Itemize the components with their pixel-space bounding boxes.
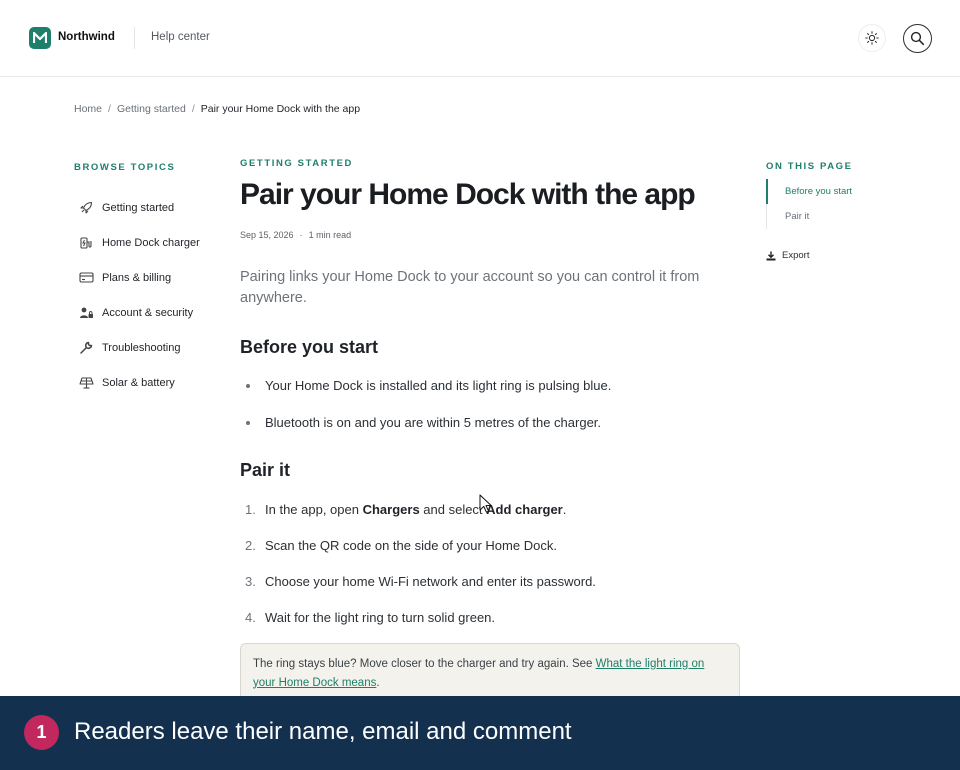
search-icon — [910, 31, 925, 46]
tip-callout: The ring stays blue? Move closer to the … — [240, 643, 740, 703]
article-lead: Pairing links your Home Dock to your acc… — [240, 269, 700, 306]
meta-separator: · — [299, 230, 303, 240]
step-number: 2. — [245, 538, 256, 553]
read-time: 1 min read — [308, 230, 352, 240]
callout-text: The ring stays blue? Move closer to the … — [253, 658, 596, 670]
list-item: Your Home Dock is installed and its ligh… — [244, 377, 611, 414]
download-icon — [766, 251, 776, 261]
toc-item-pair-it[interactable]: Pair it — [767, 204, 852, 229]
logo-mark-icon — [33, 32, 47, 43]
step-number: 3. — [245, 574, 256, 589]
charger-icon — [78, 235, 94, 251]
step-text: Wait for the light ring to turn solid gr… — [265, 610, 496, 625]
user-lock-icon — [78, 305, 94, 321]
northwind-logo[interactable] — [29, 27, 51, 49]
caption-bar: 1 Readers leave their name, email and co… — [0, 696, 960, 770]
sidebar-item-label: Troubleshooting — [102, 341, 181, 354]
card-icon — [78, 270, 94, 286]
sidebar-item-plans-billing[interactable]: Plans & billing — [78, 260, 200, 295]
breadcrumb-getting-started[interactable]: Getting started — [117, 103, 186, 115]
sidebar-item-troubleshooting[interactable]: Troubleshooting — [78, 330, 200, 365]
sidebar-item-solar-battery[interactable]: Solar & battery — [78, 365, 200, 400]
sidebar-item-label: Plans & billing — [102, 271, 172, 284]
section-heading-before-you-start: Before you start — [240, 337, 379, 357]
article-date: Sep 15, 2026 — [240, 230, 294, 240]
sidebar-item-account-security[interactable]: Account & security — [78, 295, 200, 330]
page-title: Pair your Home Dock with the app — [240, 178, 696, 211]
callout-end: . — [376, 676, 380, 689]
brand-name[interactable]: Northwind — [58, 31, 115, 43]
step-number: 1. — [245, 502, 256, 517]
rocket-icon — [78, 200, 94, 216]
step-text: . — [562, 502, 567, 517]
sidebar-item-label: Solar & battery — [102, 376, 175, 389]
breadcrumb-home[interactable]: Home — [74, 103, 102, 115]
step-text: and select — [419, 502, 487, 517]
list-item: Bluetooth is on and you are within 5 met… — [244, 414, 611, 451]
header-divider — [134, 27, 135, 49]
breadcrumb-separator: / — [108, 103, 111, 115]
step-emphasis-add-charger: Add charger — [486, 502, 563, 517]
help-center-link[interactable]: Help center — [151, 31, 210, 43]
sidebar-item-label: Getting started — [102, 201, 175, 214]
step-item: 1. In the app, open Chargers and select A… — [244, 501, 596, 537]
breadcrumb-separator: / — [191, 103, 195, 115]
wrench-icon — [78, 340, 94, 356]
browse-topics-title: BROWSE TOPICS — [74, 162, 176, 173]
mouse-pointer-icon — [479, 494, 492, 513]
theme-toggle-button[interactable] — [858, 24, 886, 52]
sidebar-item-home-dock-charger[interactable]: Home Dock charger — [78, 225, 200, 260]
step-text: Choose your home Wi-Fi network and enter… — [265, 574, 596, 589]
topic-list: Getting started Home Dock charger Plans … — [78, 190, 200, 400]
solar-panel-icon — [78, 375, 94, 391]
step-number: 4. — [245, 610, 256, 625]
sidebar-item-getting-started[interactable]: Getting started — [78, 190, 200, 225]
sidebar-item-label: Home Dock charger — [102, 236, 200, 249]
step-item: 3. Choose your home Wi-Fi network and ent… — [244, 573, 596, 609]
search-button[interactable] — [903, 24, 932, 53]
step-text: In the app, open — [265, 502, 363, 517]
table-of-contents: Before you start Pair it — [766, 179, 852, 229]
section-heading-pair-it: Pair it — [240, 460, 291, 480]
step-emphasis-chargers: Chargers — [362, 502, 420, 517]
site-header: Northwind Help center — [0, 0, 960, 77]
pairing-steps: 1. In the app, open Chargers and select A… — [244, 501, 596, 645]
sun-icon — [865, 31, 879, 45]
article-category: GETTING STARTED — [240, 158, 354, 169]
step-item: 4. Wait for the light ring to turn solid … — [244, 609, 596, 645]
export-label: Export — [782, 250, 810, 261]
caption-text: Readers leave their name, email and comm… — [74, 718, 572, 745]
toc-item-before-you-start[interactable]: Before you start — [766, 179, 852, 204]
article-meta: Sep 15, 2026 · 1 min read — [240, 230, 351, 240]
export-button[interactable]: Export — [766, 250, 809, 261]
prerequisite-list: Your Home Dock is installed and its ligh… — [244, 377, 611, 450]
breadcrumb: Home / Getting started / Pair your Home Dock… — [74, 103, 360, 115]
breadcrumb-current: Pair your Home Dock with the app — [200, 103, 361, 115]
step-text: Scan the QR code on the side of your Hom… — [265, 538, 557, 553]
sidebar-item-label: Account & security — [102, 306, 194, 319]
step-item: 2. Scan the QR code on the side of your H… — [244, 537, 596, 573]
on-this-page-title: ON THIS PAGE — [766, 161, 853, 172]
step-badge: 1 — [24, 715, 59, 750]
